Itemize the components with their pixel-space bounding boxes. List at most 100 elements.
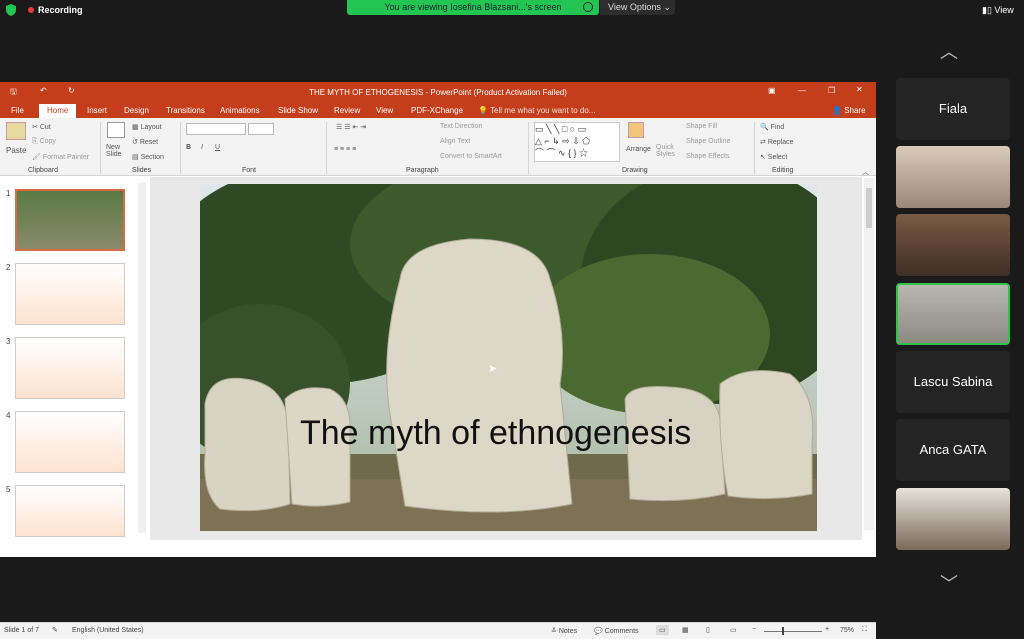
align-text-button[interactable]: Align Text [440,138,470,145]
participant-tile[interactable]: Fiala [896,78,1010,140]
zoom-slider-thumb[interactable] [782,627,784,635]
view-button[interactable]: ▮▯ View [982,5,1014,16]
tab-view[interactable]: View [376,106,393,115]
slide-thumbnail-1[interactable] [15,189,125,251]
comment-icon: 💬 [594,628,605,635]
slide-title[interactable]: The myth of ethnogenesis [300,414,691,453]
slide-scrollbar[interactable] [864,178,874,530]
zoom-in-icon[interactable]: + [825,626,829,633]
slide-number: 3 [6,337,11,346]
view-options-button[interactable]: View Options ⌄ [600,0,675,15]
tab-pdf-xchange[interactable]: PDF-XChange [411,106,463,115]
normal-view-icon[interactable]: ▭ [656,625,669,635]
shape-effects-button[interactable]: Shape Effects [686,153,729,160]
minimize-icon[interactable]: — [798,86,806,95]
select-button[interactable]: ↖ Select [760,153,787,161]
layout-icon: ▮▯ [982,5,995,15]
restore-icon[interactable]: ❐ [828,86,835,95]
layout-button[interactable]: ▦ Layout [132,123,162,131]
shape-fill-button[interactable]: Shape Fill [686,123,717,130]
scroll-up-chevron-icon[interactable]: ︿ [940,38,958,64]
shape-outline-button[interactable]: Shape Outline [686,138,730,145]
shield-icon [6,4,16,16]
align-icons[interactable]: ≡ ≡ ≡ ≡ [334,146,356,153]
tab-review[interactable]: Review [334,106,360,115]
current-slide[interactable]: The myth of ethnogenesis [200,184,817,531]
slide-thumbnail-3[interactable] [15,337,125,399]
section-button[interactable]: ▤ Section [132,153,164,161]
slide-thumbnail-2[interactable] [15,263,125,325]
new-slide-icon[interactable] [107,122,125,138]
tab-insert[interactable]: Insert [87,106,107,115]
shapes-gallery[interactable]: ▭ ╲ ╲ □ ○ ▭ △ ⌐ ↳ ⇨ ⇩ ⬠ ⌒ ⌒ ∿ { } ☆ [534,122,620,162]
tab-animations[interactable]: Animations [220,106,260,115]
ribbon-options-icon[interactable]: ▣ [768,86,776,95]
slideshow-icon[interactable]: ▭ [730,626,737,634]
slide-number: 1 [6,189,11,198]
slide-number: 5 [6,485,11,494]
participant-video[interactable] [896,146,1010,208]
new-slide-label[interactable]: New Slide [106,144,130,158]
close-icon[interactable]: ✕ [856,85,863,94]
font-family-dropdown[interactable] [186,123,246,135]
participant-video-active-speaker[interactable] [896,283,1010,345]
slide-thumbnail-5[interactable] [15,485,125,537]
underline-icon[interactable]: U [215,144,220,151]
arrange-icon[interactable] [628,122,644,138]
tab-transitions[interactable]: Transitions [166,106,205,115]
tab-slide-show[interactable]: Slide Show [278,106,318,115]
share-button[interactable]: 👤 Share [832,106,866,115]
slide-number: 2 [6,263,11,272]
participant-video[interactable] [896,488,1010,550]
reset-label: Reset [139,139,159,146]
divider [100,122,101,174]
italic-icon[interactable]: I [201,144,203,151]
scroll-down-chevron-icon[interactable]: ﹀ [940,570,958,596]
spell-check-icon[interactable]: ✎ [52,626,58,634]
scrollbar-thumb[interactable] [866,188,872,228]
tab-file[interactable]: File [11,106,24,115]
slide-thumbnail-4[interactable] [15,411,125,473]
quick-styles-label[interactable]: Quick Styles [656,144,680,158]
tab-design[interactable]: Design [124,106,149,115]
format-painter-button[interactable]: 🖌 Format Painter [32,153,89,161]
thumbnails-scrollbar[interactable] [138,183,146,533]
tab-home[interactable]: Home [39,104,77,118]
paste-label[interactable]: Paste [6,146,26,155]
participant-video[interactable] [896,214,1010,276]
notes-button[interactable]: ≚ Notes [551,627,577,635]
convert-smartart-button[interactable]: Convert to SmartArt [440,153,502,160]
bold-icon[interactable]: B [186,144,191,151]
font-size-dropdown[interactable] [248,123,274,135]
participant-tile[interactable]: Lascu Sabina [896,351,1010,413]
tell-me-box[interactable]: 💡 Tell me what you want to do... [478,106,595,115]
zoom-slider[interactable] [764,631,822,632]
participant-name: Anca GATA [919,442,987,457]
find-button[interactable]: 🔍 Find [760,123,784,131]
arrange-label[interactable]: Arrange [626,146,651,153]
reading-view-icon[interactable]: ▯ [706,626,710,634]
paragraph-group-label: Paragraph [406,167,439,174]
divider [754,122,755,174]
text-direction-button[interactable]: Text Direction [440,123,482,130]
slide-photo-stone-sculptures [200,184,817,531]
comments-button[interactable]: 💬 Comments [594,627,639,635]
participant-tile[interactable]: Anca GATA [896,419,1010,481]
person-icon: 👤 [832,106,845,115]
zoom-out-icon[interactable]: − [752,626,756,633]
recording-indicator[interactable]: Recording [28,5,83,15]
stop-share-icon[interactable] [583,2,593,12]
fit-slide-icon[interactable]: ⛶ [862,626,867,634]
zoom-level[interactable]: 75% [840,627,854,634]
divider [528,122,529,174]
collapse-ribbon-icon[interactable]: ︿ [862,167,869,177]
language[interactable]: English (United States) [72,627,144,634]
reset-button[interactable]: ↺ Reset [132,138,158,146]
replace-button[interactable]: ⇄ Replace [760,138,794,146]
slide-sorter-icon[interactable]: ▦ [682,626,689,634]
cut-button[interactable]: ✂ Cut [32,123,51,131]
slide-count: Slide 1 of 7 [4,627,40,634]
paste-icon[interactable] [6,122,26,140]
copy-button[interactable]: ⎘ Copy [32,138,56,146]
bullets-icon[interactable]: ☰ ☰ ⇤ ⇥ [336,123,366,131]
